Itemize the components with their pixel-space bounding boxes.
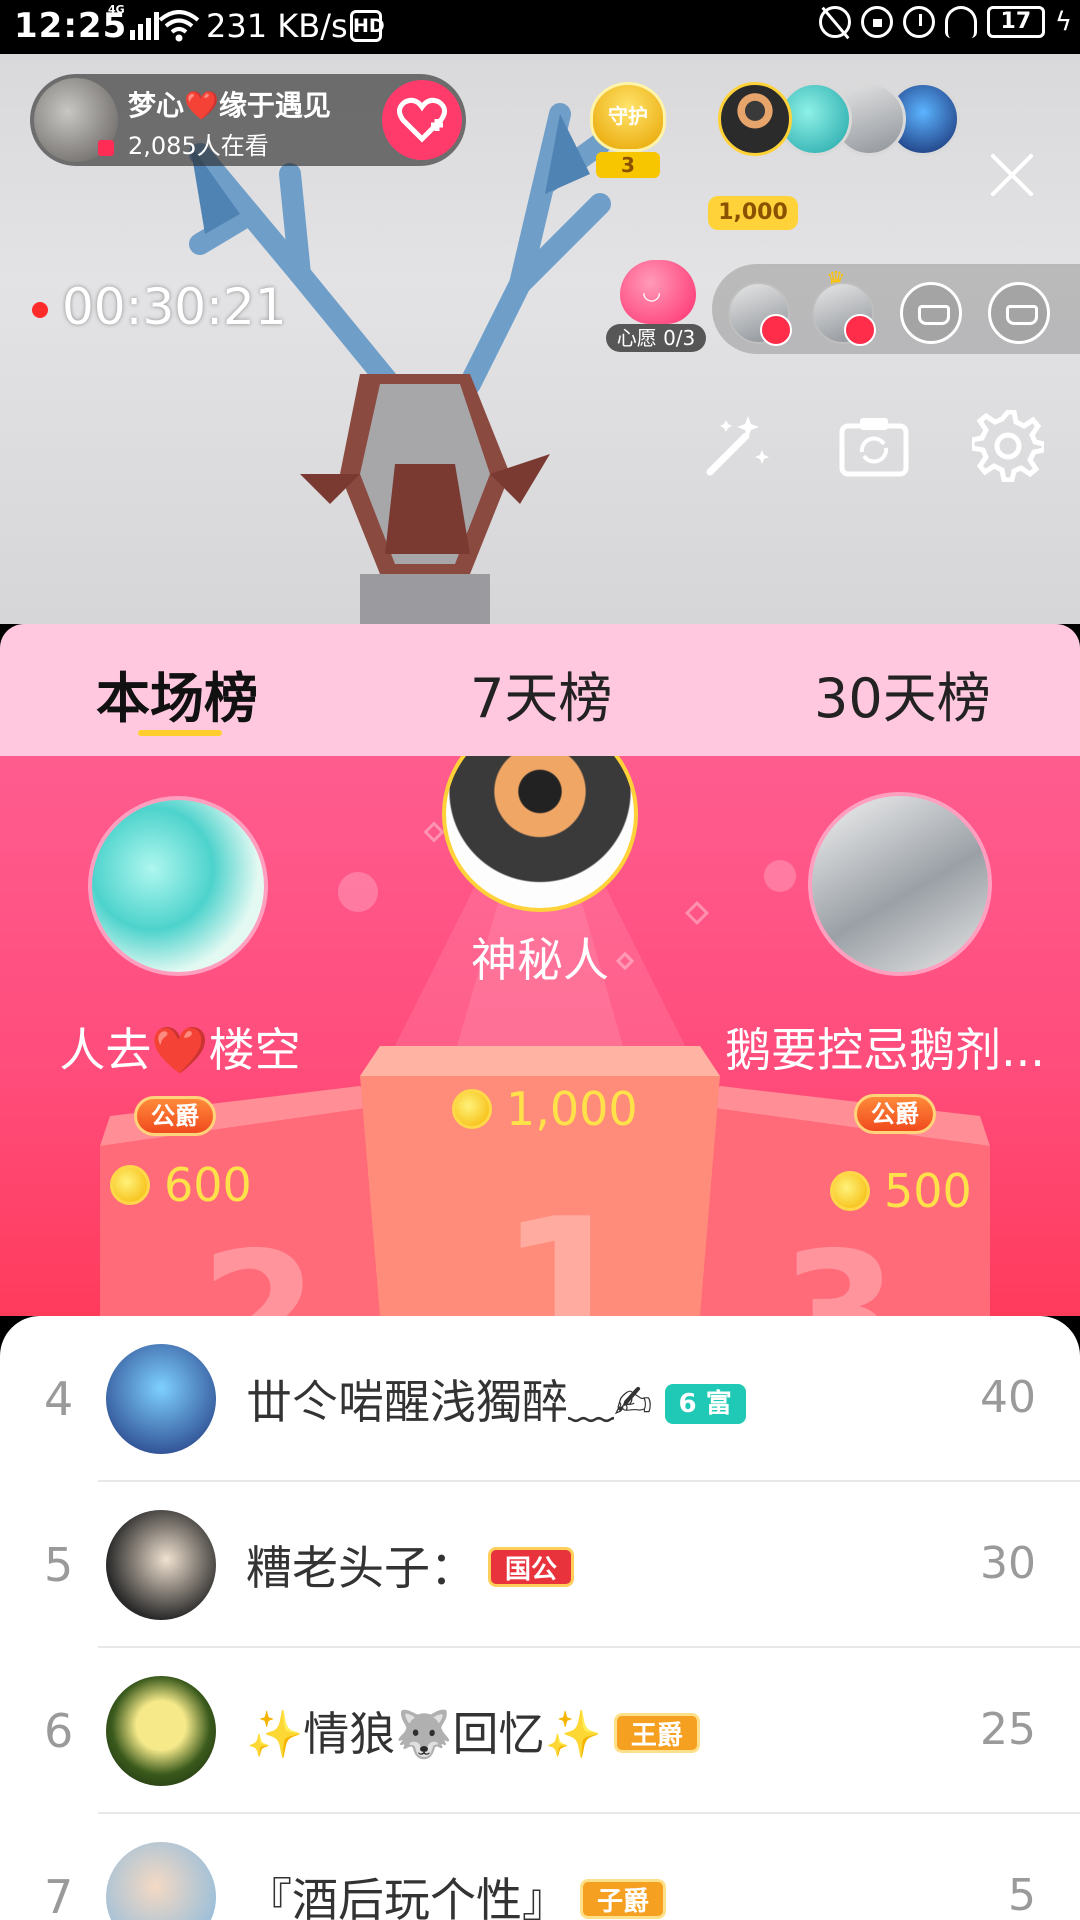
rank-list: 4 丗仒啱醒浅獨醉﹏✍ 6 富 40 5 糟老头子： 国公 30 6 ✨情狼🐺回忆✨… bbox=[0, 1316, 1080, 1920]
podium-avatar-third[interactable] bbox=[808, 792, 992, 976]
gear-icon bbox=[972, 410, 1044, 482]
mic-seat-occupied[interactable] bbox=[812, 282, 876, 346]
podium-name-second: 人去❤️楼空 bbox=[59, 1023, 301, 1077]
rank-badge-duke: 公爵 bbox=[854, 1094, 936, 1134]
wish-progress: 心愿 0/3 bbox=[606, 324, 706, 352]
host-info-pill[interactable]: 梦心❤️缘于遇见 2,085人在看 bbox=[30, 74, 466, 166]
user-score: 25 bbox=[980, 1704, 1036, 1755]
recording-dot-icon bbox=[32, 302, 48, 318]
user-name: 『酒后玩个性』 子爵 bbox=[246, 1864, 667, 1920]
tab-30-days[interactable]: 30天榜 bbox=[814, 654, 991, 733]
user-name: 糟老头子： 国公 bbox=[246, 1532, 575, 1598]
user-avatar[interactable] bbox=[106, 1842, 216, 1920]
level-badge: 国公 bbox=[488, 1547, 575, 1587]
network-type: 4G bbox=[108, 3, 125, 16]
rank-number: 7 bbox=[44, 1870, 74, 1920]
guard-badge[interactable]: 守护 3 bbox=[588, 82, 668, 178]
beauty-wand-button[interactable] bbox=[698, 408, 774, 484]
network-speed: 231 KB/s bbox=[206, 7, 348, 45]
headphones-icon bbox=[944, 6, 977, 38]
wifi-icon bbox=[158, 10, 200, 42]
status-bar: 12:25 4G 231 KB/s HD 17 ϟ bbox=[0, 0, 1080, 54]
settings-button[interactable] bbox=[970, 408, 1046, 484]
podium-name-third: 鹅要控忌鹅剂... bbox=[725, 1023, 1045, 1077]
coin-icon bbox=[830, 1171, 870, 1211]
follow-button[interactable] bbox=[382, 80, 462, 160]
user-score: 40 bbox=[980, 1372, 1036, 1423]
rank-badge-duke: 公爵 bbox=[134, 1096, 216, 1136]
magic-wand-icon bbox=[706, 416, 769, 476]
guard-label: 守护 bbox=[608, 104, 648, 128]
user-avatar[interactable] bbox=[106, 1510, 216, 1620]
close-button[interactable] bbox=[982, 144, 1042, 204]
list-item[interactable]: 6 ✨情狼🐺回忆✨ 王爵 25 bbox=[0, 1648, 1080, 1814]
podium-amount-first: 1,000 bbox=[452, 1082, 638, 1136]
hd-voice-icon: HD bbox=[350, 10, 385, 42]
top-viewer-avatar-first[interactable] bbox=[718, 82, 792, 156]
user-name: ✨情狼🐺回忆✨ 王爵 bbox=[246, 1698, 700, 1764]
camera-flip-icon bbox=[839, 418, 909, 477]
podium-avatar-second[interactable] bbox=[88, 796, 268, 976]
podium-amount-second: 600 bbox=[110, 1158, 252, 1212]
battery-level: 17 bbox=[986, 6, 1045, 38]
rank-number: 4 bbox=[44, 1372, 74, 1426]
host-avatar[interactable] bbox=[34, 78, 118, 162]
rotation-lock-icon bbox=[860, 6, 893, 38]
host-name: 梦心❤️缘于遇见 bbox=[128, 89, 331, 122]
mic-seat-empty[interactable] bbox=[988, 282, 1050, 344]
active-tab-indicator bbox=[138, 730, 222, 736]
cellular-signal-icon: 4G bbox=[108, 4, 159, 40]
top-viewer-amount: 1,000 bbox=[708, 196, 798, 230]
coin-icon bbox=[110, 1165, 150, 1205]
rank-number: 5 bbox=[44, 1538, 74, 1592]
level-badge: 6 富 bbox=[664, 1384, 746, 1424]
live-video[interactable]: 梦心❤️缘于遇见 2,085人在看 守护 3 1,000 00:30:21 ◡ … bbox=[0, 54, 1080, 624]
alarm-icon bbox=[902, 6, 935, 38]
mute-bell-icon bbox=[818, 6, 851, 38]
list-item[interactable]: 4 丗仒啱醒浅獨醉﹏✍ 6 富 40 bbox=[0, 1316, 1080, 1482]
wish-list-button[interactable]: ◡ 心愿 0/3 bbox=[606, 260, 706, 352]
user-score: 5 bbox=[1008, 1870, 1036, 1920]
tab-current-show[interactable]: 本场榜 bbox=[96, 654, 258, 733]
podium-amount-third: 500 bbox=[830, 1164, 972, 1218]
user-score: 30 bbox=[980, 1538, 1036, 1589]
viewer-count: 2,085人在看 bbox=[128, 132, 269, 160]
podium-section: 1 2 3 神秘人 人去❤️楼空 鹅要控忌鹅剂... 公爵 公爵 1,000 6… bbox=[0, 756, 1080, 1316]
mic-seat-empty[interactable] bbox=[900, 282, 962, 344]
live-duration: 00:30:21 bbox=[62, 278, 287, 336]
heart-plus-icon bbox=[397, 97, 447, 143]
user-avatar[interactable] bbox=[106, 1344, 216, 1454]
tab-7-days[interactable]: 7天榜 bbox=[470, 654, 612, 733]
switch-camera-button[interactable] bbox=[836, 408, 912, 484]
level-badge: 王爵 bbox=[613, 1713, 700, 1753]
user-name: 丗仒啱醒浅獨醉﹏✍ 6 富 bbox=[246, 1366, 746, 1432]
podium-name-first: 神秘人 bbox=[471, 933, 609, 987]
rank-number: 6 bbox=[44, 1704, 74, 1758]
list-item[interactable]: 7 『酒后玩个性』 子爵 5 bbox=[0, 1814, 1080, 1920]
list-item[interactable]: 5 糟老头子： 国公 30 bbox=[0, 1482, 1080, 1648]
coin-icon bbox=[452, 1089, 492, 1129]
guard-count: 3 bbox=[596, 152, 660, 178]
mic-seat-occupied[interactable] bbox=[728, 282, 792, 346]
charging-icon: ϟ bbox=[1054, 7, 1072, 37]
user-avatar[interactable] bbox=[106, 1676, 216, 1786]
rank-tabs: 本场榜 7天榜 30天榜 bbox=[0, 624, 1080, 756]
level-badge: 子爵 bbox=[580, 1879, 667, 1919]
